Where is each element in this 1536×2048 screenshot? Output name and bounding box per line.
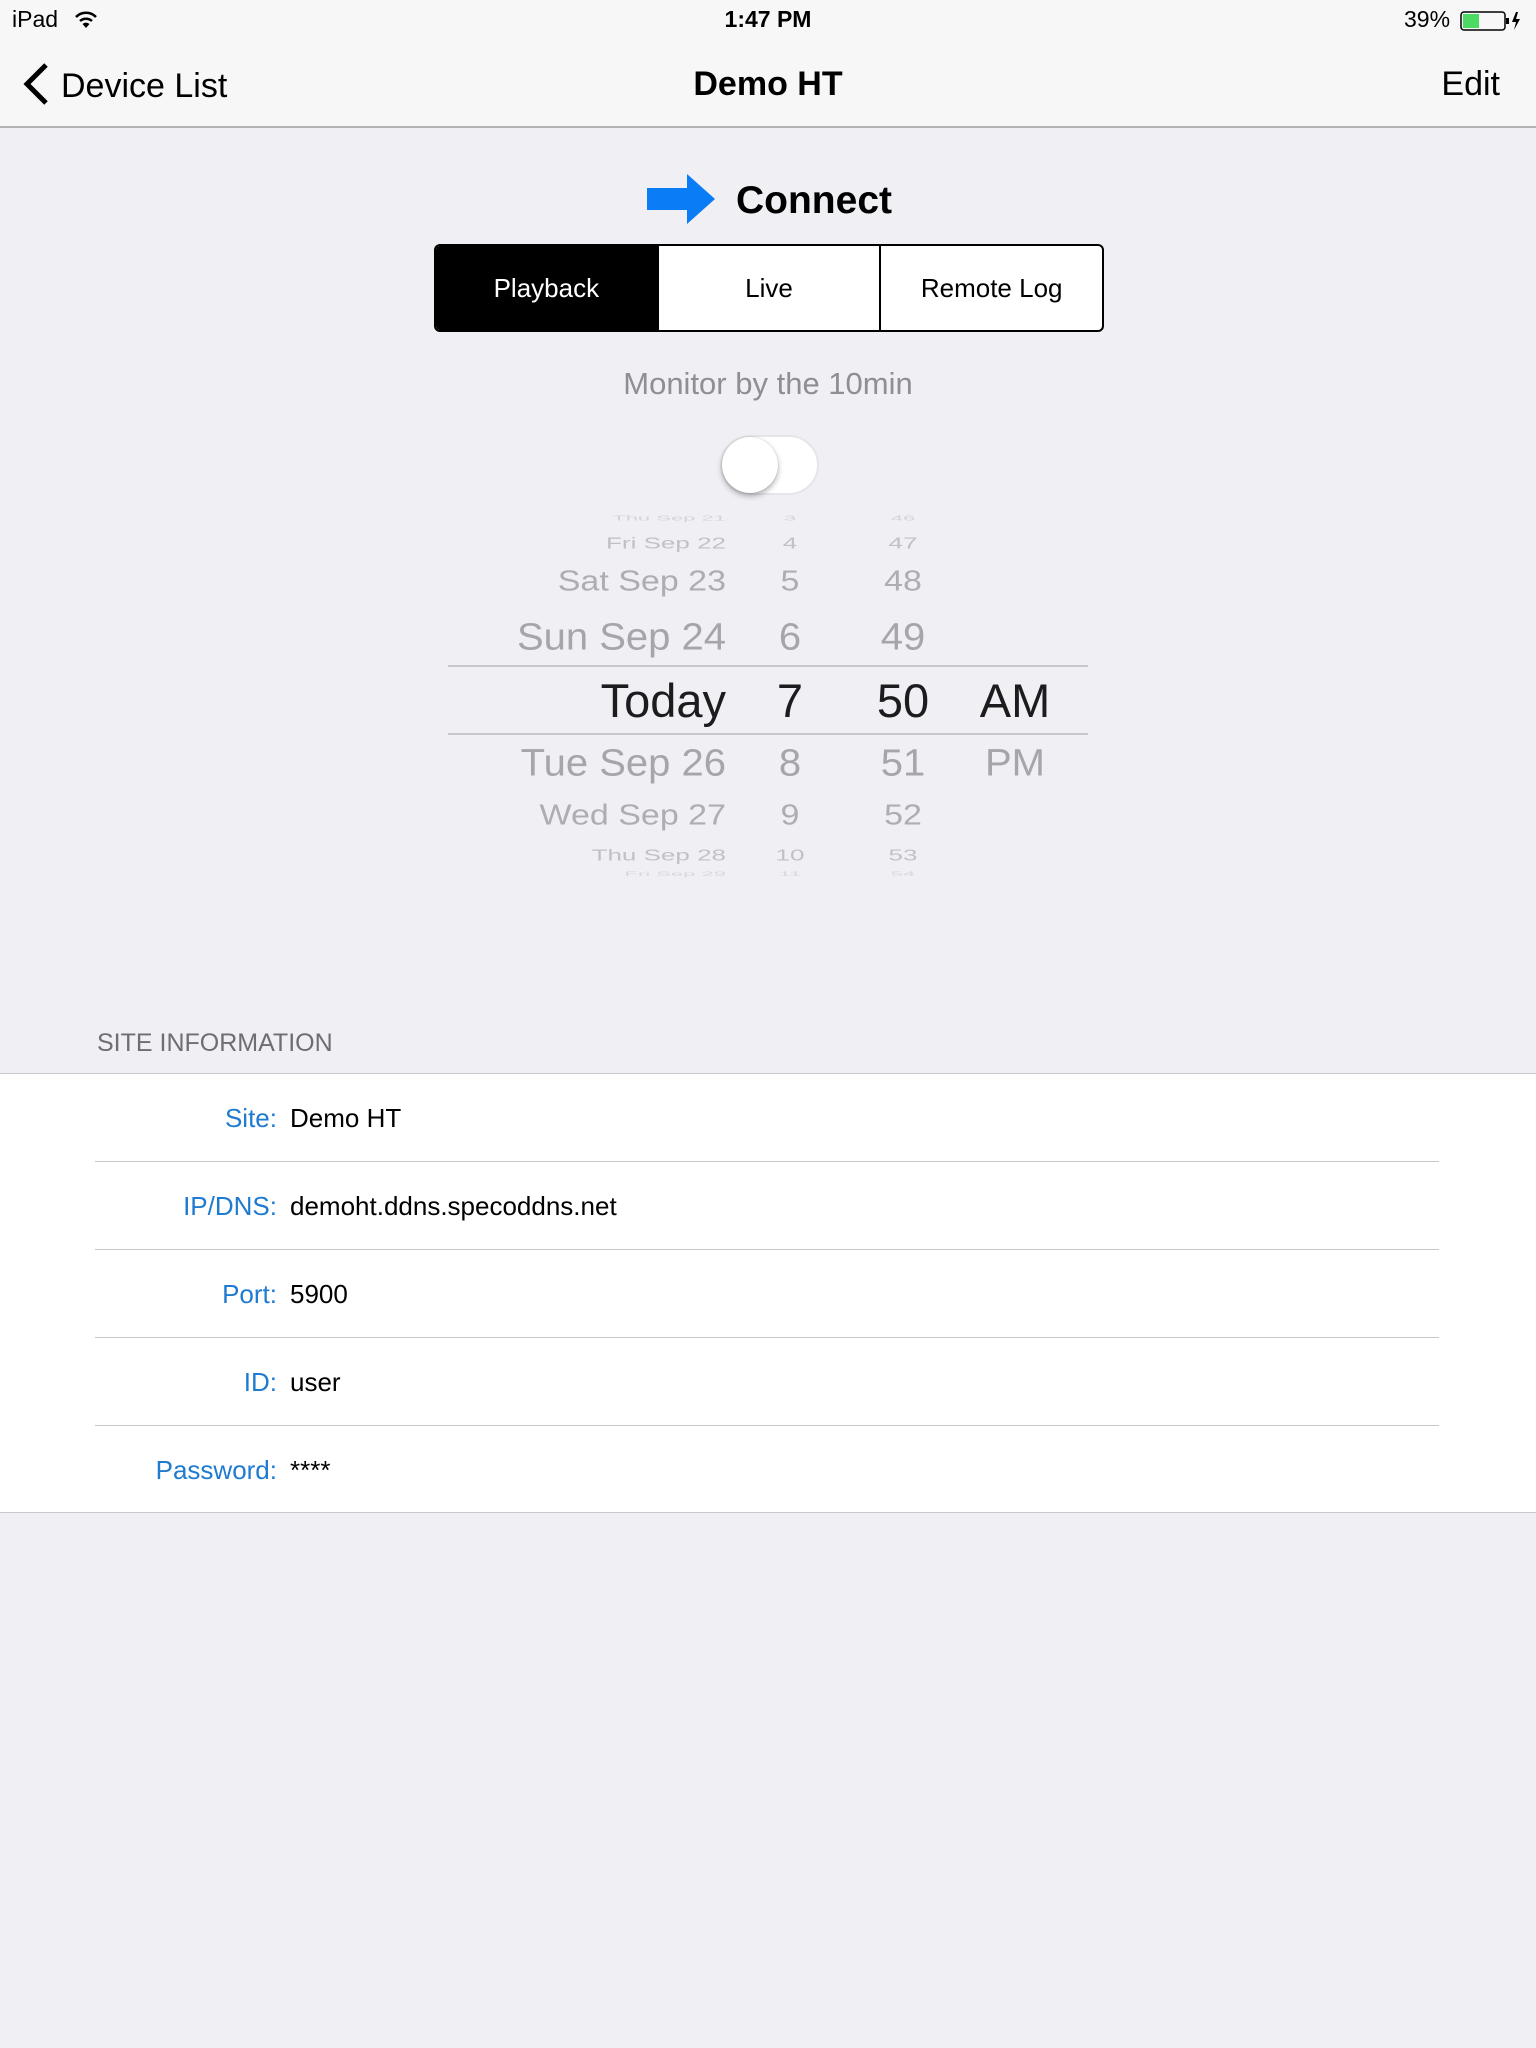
field-value: user	[290, 1366, 341, 1397]
site-information-table: Site: Demo HT IP/DNS: demoht.ddns.specoddn…	[0, 1073, 1536, 1513]
battery-icon	[1460, 10, 1522, 37]
picker-minute-option[interactable]: 47	[843, 534, 963, 552]
port-row[interactable]: Port: 5900	[0, 1250, 1536, 1338]
picker-minute-option[interactable]: 51	[843, 741, 963, 785]
picker-hour-option[interactable]: 11	[730, 870, 850, 878]
picker-hour-option[interactable]: 5	[730, 565, 850, 599]
segment-live[interactable]: Live	[659, 246, 882, 330]
picker-date-option[interactable]: Thu Sep 28	[592, 846, 726, 864]
toggle-knob	[722, 437, 778, 493]
chevron-left-icon	[22, 62, 50, 111]
picker-date-option[interactable]: Wed Sep 27	[539, 799, 726, 833]
picker-date-option[interactable]: Fri Sep 29	[625, 870, 727, 878]
picker-date-option[interactable]: Sun Sep 24	[517, 615, 726, 659]
picker-minute-selected[interactable]: 50	[843, 674, 963, 729]
picker-selection-line-bottom	[448, 733, 1088, 735]
battery-percent: 39%	[1404, 6, 1451, 32]
picker-ampm-option[interactable]: PM	[955, 741, 1075, 785]
picker-date-option[interactable]: Thu Sep 21	[612, 514, 726, 523]
picker-hour-option[interactable]: 9	[730, 799, 850, 833]
picker-date-option[interactable]: Fri Sep 22	[606, 534, 726, 552]
status-time: 1:47 PM	[724, 6, 812, 32]
picker-date-selected[interactable]: Today	[601, 674, 726, 729]
field-label: ID:	[243, 1366, 277, 1397]
connect-label: Connect	[736, 179, 892, 222]
picker-ampm-selected[interactable]: AM	[955, 674, 1075, 729]
picker-minute-option[interactable]: 54	[843, 870, 963, 878]
picker-minute-option[interactable]: 53	[843, 846, 963, 864]
picker-date-option[interactable]: Tue Sep 26	[521, 741, 726, 785]
edit-button[interactable]: Edit	[1441, 64, 1500, 104]
segment-remote-log[interactable]: Remote Log	[881, 246, 1102, 330]
field-label: Port:	[222, 1278, 277, 1309]
monitor-toggle[interactable]	[720, 435, 819, 495]
mode-segmented-control: Playback Live Remote Log	[434, 244, 1104, 332]
segment-playback[interactable]: Playback	[436, 246, 659, 330]
password-row[interactable]: Password: ****	[0, 1426, 1536, 1514]
picker-minute-option[interactable]: 49	[843, 615, 963, 659]
connect-button[interactable]: Connect	[647, 173, 892, 229]
id-row[interactable]: ID: user	[0, 1338, 1536, 1426]
picker-minute-option[interactable]: 48	[843, 565, 963, 599]
field-label: IP/DNS:	[183, 1190, 277, 1221]
picker-minute-option[interactable]: 46	[843, 514, 963, 523]
field-label: Password:	[155, 1454, 277, 1485]
picker-hour-option[interactable]: 10	[730, 846, 850, 864]
site-information-header: SITE INFORMATION	[97, 1029, 333, 1057]
monitor-label: Monitor by the 10min	[623, 366, 913, 401]
picker-hour-selected[interactable]: 7	[730, 674, 850, 729]
picker-hour-option[interactable]: 4	[730, 534, 850, 552]
field-value: 5900	[290, 1278, 348, 1309]
page-title: Demo HT	[693, 65, 843, 103]
picker-hour-option[interactable]: 3	[730, 514, 850, 523]
picker-minute-option[interactable]: 52	[843, 799, 963, 833]
back-button[interactable]: Device List	[22, 62, 227, 111]
ip-dns-row[interactable]: IP/DNS: demoht.ddns.specoddns.net	[0, 1162, 1536, 1250]
field-label: Site:	[224, 1102, 277, 1133]
field-value: Demo HT	[290, 1102, 402, 1133]
back-label: Device List	[61, 67, 228, 105]
top-bar: iPad 1:47 PM 39% Device List Demo HT Edi…	[0, 0, 1536, 128]
picker-hour-option[interactable]: 8	[730, 741, 850, 785]
field-value: ****	[290, 1454, 331, 1485]
field-value: demoht.ddns.specoddns.net	[290, 1190, 617, 1221]
picker-hour-option[interactable]: 6	[730, 615, 850, 659]
picker-selection-line-top	[448, 665, 1088, 667]
arrow-right-icon	[647, 173, 715, 229]
site-row[interactable]: Site: Demo HT	[0, 1074, 1536, 1162]
picker-date-option[interactable]: Sat Sep 23	[558, 565, 726, 599]
